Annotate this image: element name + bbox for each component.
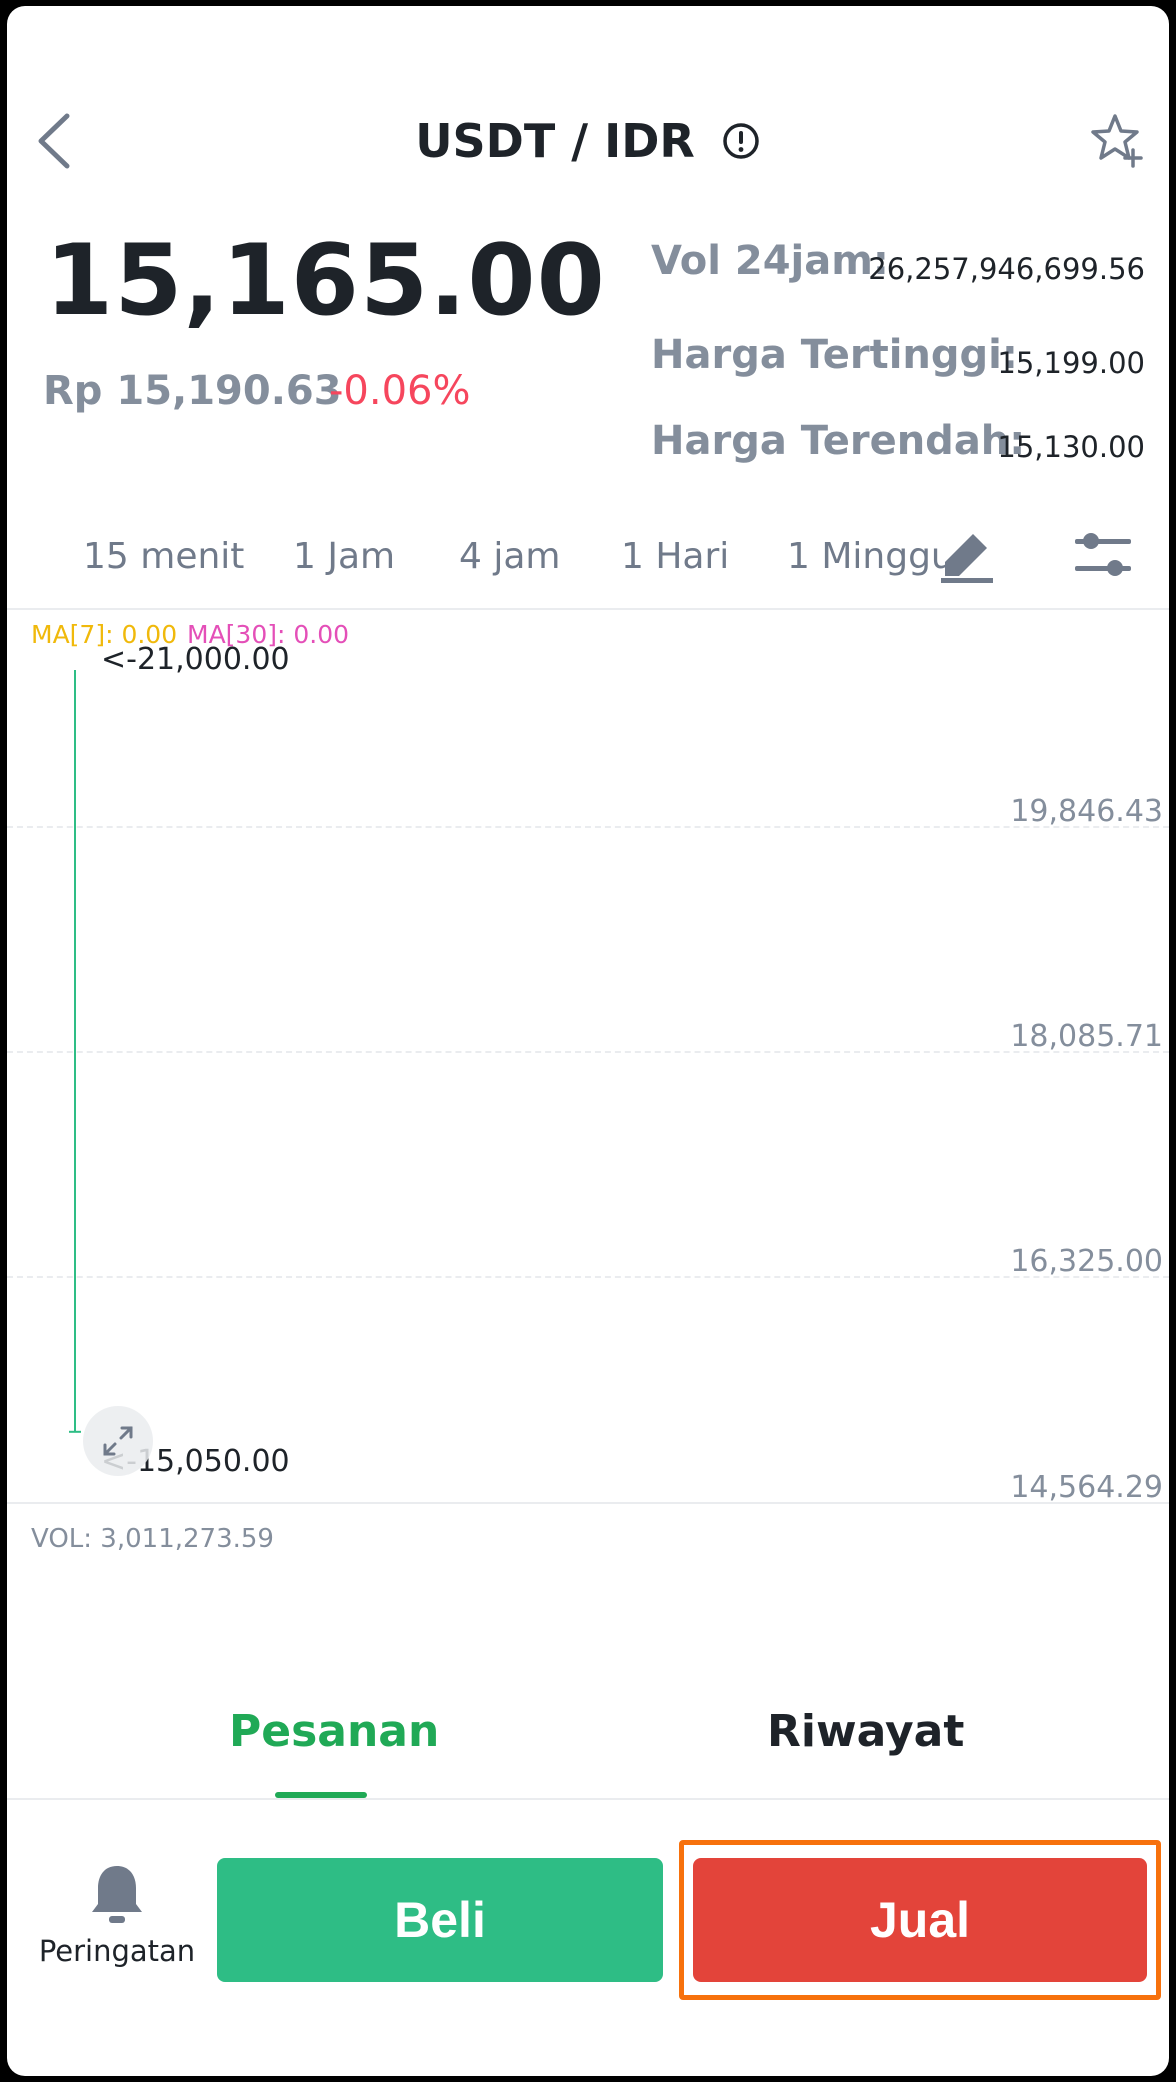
timeframe-4h[interactable]: 4 jam [459, 536, 560, 577]
stat-value-volume: 26,257,946,699.56 [868, 252, 1145, 286]
timeframe-1w[interactable]: 1 Minggu [787, 536, 947, 577]
expand-icon [103, 1426, 133, 1456]
sliders-icon [1075, 533, 1131, 576]
volume-label: VOL: 3,011,273.59 [31, 1524, 274, 1554]
alert-label: Peringatan [38, 1934, 196, 1968]
timeframe-15m[interactable]: 15 menit [83, 536, 244, 577]
y-axis-tick: 14,564.29 [1010, 1470, 1163, 1505]
chart-high-marker: <-21,000.00 [101, 642, 290, 677]
stat-value-low: 15,130.00 [997, 430, 1145, 464]
timeframe-1d[interactable]: 1 Hari [621, 536, 729, 577]
price-change-percent: -0.06% [329, 368, 471, 414]
info-icon[interactable] [721, 121, 761, 161]
stat-value-high: 15,199.00 [997, 346, 1145, 380]
y-axis-tick: 18,085.71 [1010, 1019, 1163, 1054]
stat-label-volume: Vol 24jam: [651, 238, 889, 284]
grid-line-3 [7, 1276, 1169, 1278]
chart-settings-button[interactable] [1071, 524, 1135, 588]
chart-bottom-border [7, 1502, 1169, 1504]
sell-button[interactable]: Jual [693, 1858, 1147, 1982]
fiat-price: Rp 15,190.63 [43, 368, 342, 414]
app-screen: USDT / IDR 15,165.00 Rp 15,190.63 -0.06%… [7, 6, 1169, 2076]
y-axis-tick: 16,325.00 [1010, 1244, 1163, 1279]
fullscreen-button[interactable] [83, 1406, 153, 1476]
header-title-row: USDT / IDR [7, 114, 1169, 168]
bell-icon [92, 1866, 142, 1923]
tab-history[interactable]: Riwayat [767, 1706, 964, 1757]
page-title: USDT / IDR [415, 114, 695, 168]
price-alert-button[interactable]: Peringatan [27, 1860, 207, 1968]
pencil-icon [941, 534, 993, 583]
last-price: 15,165.00 [45, 224, 606, 338]
tabs-divider [7, 1798, 1169, 1800]
draw-tool-button[interactable] [939, 528, 995, 584]
price-chart[interactable] [7, 612, 1169, 1512]
buy-button[interactable]: Beli [217, 1858, 663, 1982]
grid-line-2 [7, 1051, 1169, 1053]
favorite-button[interactable] [1087, 110, 1147, 170]
chart-canvas [69, 670, 81, 1433]
stat-label-low: Harga Terendah: [651, 418, 1026, 464]
grid-line-1 [7, 826, 1169, 828]
stat-label-high: Harga Tertinggi: [651, 332, 1018, 378]
star-plus-icon [1091, 114, 1143, 168]
y-axis-tick: 19,846.43 [1010, 794, 1163, 829]
tab-orders[interactable]: Pesanan [229, 1706, 439, 1757]
timeframe-1h[interactable]: 1 Jam [293, 536, 395, 577]
